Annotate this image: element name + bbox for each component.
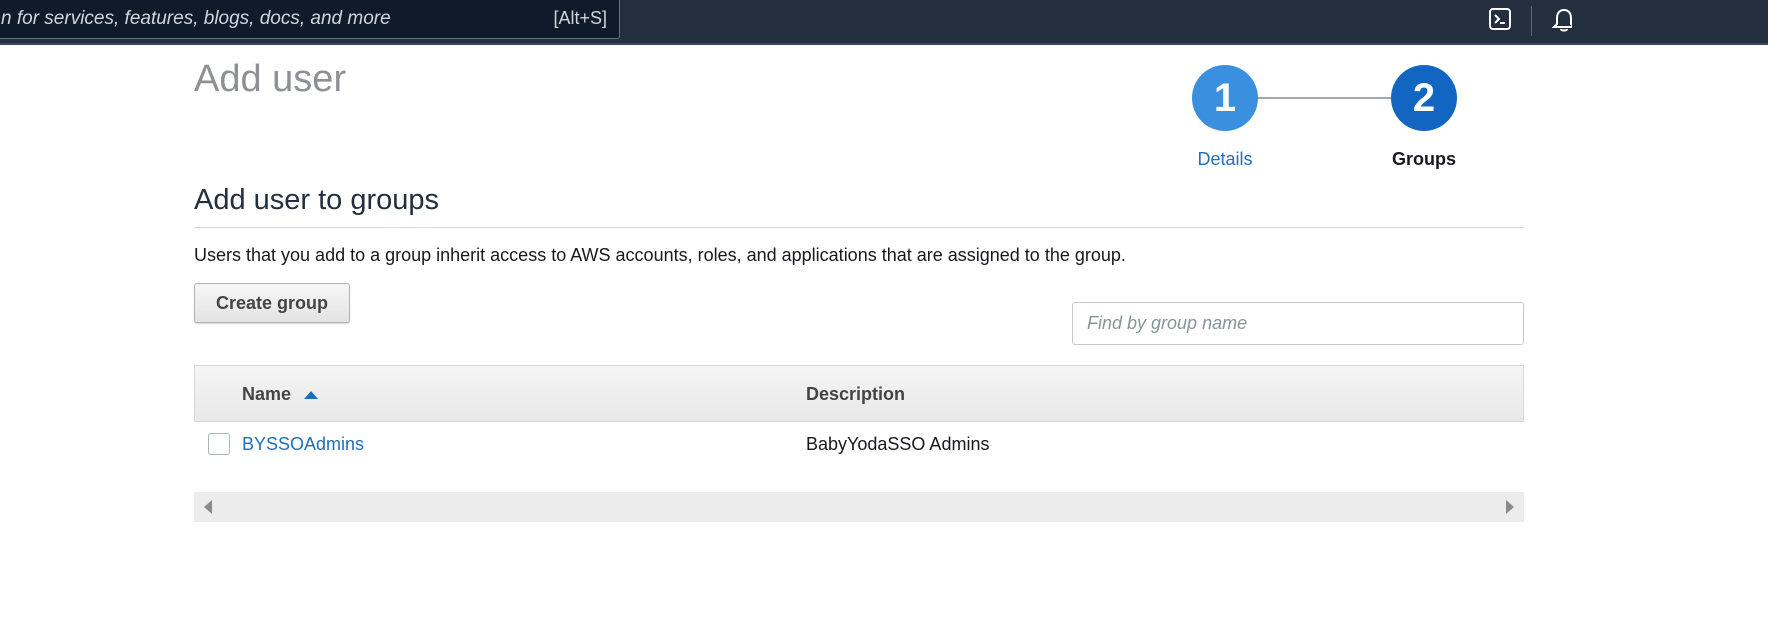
table-header: Name Description xyxy=(194,365,1524,422)
horizontal-scrollbar[interactable] xyxy=(194,492,1524,522)
search-shortcut-hint: [Alt+S] xyxy=(553,8,607,28)
step-1-circle[interactable]: 1 xyxy=(1192,65,1258,131)
step-2-circle: 2 xyxy=(1391,65,1457,131)
scroll-right-arrow-icon[interactable] xyxy=(1506,500,1514,514)
group-search-input[interactable] xyxy=(1072,302,1524,345)
row-checkbox[interactable] xyxy=(208,433,230,455)
step-connector xyxy=(1256,97,1394,99)
search-placeholder[interactable]: n for services, features, blogs, docs, a… xyxy=(1,8,391,30)
table-row: BYSSOAdmins BabyYodaSSO Admins xyxy=(194,422,1524,468)
group-description: BabyYodaSSO Admins xyxy=(806,434,990,454)
group-name-link[interactable]: BYSSOAdmins xyxy=(242,434,364,455)
global-search-box[interactable]: n for services, features, blogs, docs, a… xyxy=(0,0,620,39)
cloudshell-icon[interactable] xyxy=(1489,8,1511,30)
step-groups-label: Groups xyxy=(1391,149,1456,169)
create-group-button[interactable]: Create group xyxy=(194,283,350,323)
nav-divider xyxy=(1531,6,1532,36)
top-navigation-bar: n for services, features, blogs, docs, a… xyxy=(0,0,1768,45)
sort-ascending-icon[interactable] xyxy=(304,391,318,399)
page-title: Add user xyxy=(194,58,347,100)
column-header-name[interactable]: Name xyxy=(242,384,291,405)
column-header-description[interactable]: Description xyxy=(806,384,905,405)
bell-icon[interactable] xyxy=(1552,7,1572,33)
section-description: Users that you add to a group inherit ac… xyxy=(194,245,1126,265)
scroll-left-arrow-icon[interactable] xyxy=(204,500,212,514)
step-details-link[interactable]: Details xyxy=(1165,149,1285,170)
section-title: Add user to groups xyxy=(194,184,440,216)
section-divider xyxy=(194,227,1524,228)
